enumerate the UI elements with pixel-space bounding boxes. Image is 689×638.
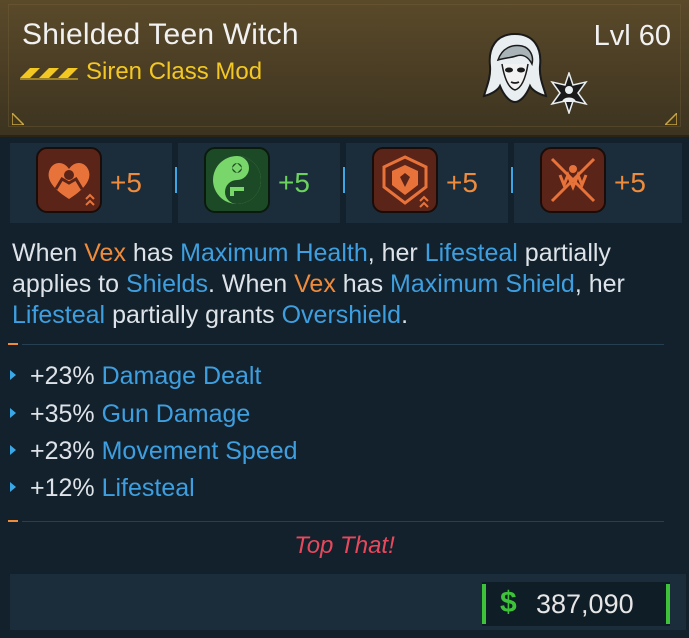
stat-name: Lifesteal — [101, 474, 195, 502]
separator-line — [22, 344, 664, 345]
item-header: Shielded Teen Witch Lvl 60 Siren Class M… — [0, 0, 689, 137]
bullet-arrow-icon — [10, 445, 16, 456]
description-text: has — [335, 270, 391, 298]
bullet-arrow-icon — [10, 482, 16, 493]
skill-divider — [511, 167, 513, 193]
description-text: has — [125, 239, 181, 267]
skill-bonus-value: +5 — [278, 167, 310, 198]
money-icon: $ — [500, 586, 517, 619]
price-bar-left — [482, 584, 486, 624]
skill-bonus-value: +5 — [614, 167, 646, 198]
skill-bonus-row: +5 +5 +5 +5 — [0, 137, 689, 227]
keyword-stat: Maximum Health — [180, 239, 368, 267]
stat-name: Damage Dealt — [101, 362, 262, 390]
separator-accent — [8, 343, 18, 345]
keyword-character: Vex — [84, 239, 126, 267]
stat-line: +35% Gun Damage — [10, 398, 250, 430]
corner-marker-icon — [12, 113, 24, 125]
keyword-stat: Shields — [125, 270, 208, 298]
description-text: , her — [367, 239, 425, 267]
stat-value: +23% — [30, 437, 95, 465]
item-description: When Vex has Maximum Health, her Lifeste… — [12, 238, 672, 331]
bullet-arrow-icon — [10, 408, 16, 419]
item-type: Siren Class Mod — [86, 58, 263, 85]
keyword-stat: Lifesteal — [424, 239, 518, 267]
separator-line — [22, 521, 664, 522]
skill-divider — [343, 167, 345, 193]
siren-class-badge-icon — [550, 72, 588, 114]
stat-name: Movement Speed — [101, 437, 298, 465]
skill-bonus-item[interactable]: +5 — [346, 143, 508, 223]
description-text: , her — [574, 270, 625, 298]
corner-marker-icon — [665, 113, 677, 125]
health-heart-skill-icon — [36, 147, 102, 213]
skill-bonus-value: +5 — [446, 167, 478, 198]
rarity-chevrons-icon — [20, 68, 78, 80]
stat-line: +23% Damage Dealt — [10, 360, 261, 392]
stat-line: +12% Lifesteal — [10, 472, 195, 504]
skill-bonus-item[interactable]: +5 — [10, 143, 172, 223]
item-name: Shielded Teen Witch — [22, 18, 299, 51]
stat-value: +35% — [30, 400, 95, 428]
yin-yang-gun-skill-icon — [204, 147, 270, 213]
shield-emblem-skill-icon — [372, 147, 438, 213]
stat-line: +23% Movement Speed — [10, 435, 298, 467]
description-text: partially grants — [105, 301, 282, 329]
stat-value: +12% — [30, 474, 95, 502]
item-card: Shielded Teen Witch Lvl 60 Siren Class M… — [0, 0, 689, 638]
keyword-stat: Maximum Shield — [390, 270, 575, 298]
separator-accent — [8, 520, 18, 522]
price-value: 387,090 — [536, 589, 634, 619]
keyword-stat: Overshield — [281, 301, 402, 329]
skill-bonus-item[interactable]: +5 — [514, 143, 682, 223]
stat-value: +23% — [30, 362, 95, 390]
stat-name: Gun Damage — [101, 400, 251, 428]
keyword-character: Vex — [294, 270, 336, 298]
bullet-arrow-icon — [10, 370, 16, 381]
skill-divider — [175, 167, 177, 193]
skill-bonus-value: +5 — [110, 167, 142, 198]
skill-bonus-item[interactable]: +5 — [178, 143, 340, 223]
description-text: . — [401, 301, 409, 329]
flavor-text: Top That! — [294, 532, 395, 559]
crossed-claws-skill-icon — [540, 147, 606, 213]
price-box: $ 387,090 — [482, 582, 670, 626]
item-level: Lvl 60 — [593, 20, 671, 52]
vex-portrait-icon — [482, 32, 548, 104]
keyword-stat: Lifesteal — [12, 301, 106, 329]
item-footer: $ 387,090 — [10, 574, 686, 630]
price-bar-right — [666, 584, 670, 624]
description-text: When — [12, 239, 85, 267]
description-text: . When — [207, 270, 295, 298]
